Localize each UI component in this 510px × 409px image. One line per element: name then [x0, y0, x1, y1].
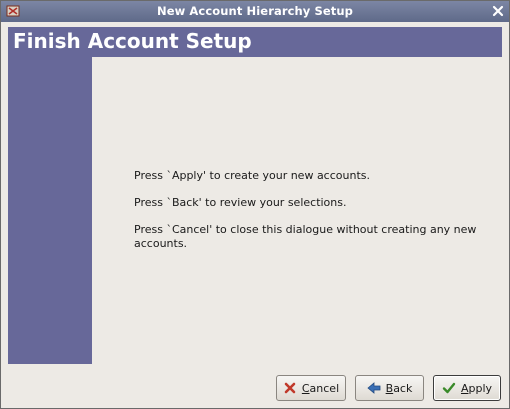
dialog-window: New Account Hierarchy Setup Finish Accou… — [0, 0, 510, 409]
window-title: New Account Hierarchy Setup — [156, 4, 354, 18]
cancel-label: Cancel — [301, 381, 340, 395]
sidebar-banner — [8, 57, 92, 364]
checkmark-icon — [442, 381, 456, 395]
cancel-x-icon — [283, 381, 297, 395]
cancel-instruction: Press `Cancel' to close this dialogue wi… — [134, 223, 477, 250]
instructions: Press `Apply' to create your new account… — [134, 169, 479, 264]
arrow-left-icon — [367, 381, 381, 395]
apply-label: Apply — [460, 381, 493, 395]
page-title: Finish Account Setup — [8, 27, 502, 57]
back-button[interactable]: Back — [355, 375, 424, 401]
apply-button[interactable]: Apply — [433, 375, 501, 401]
back-instruction: Press `Back' to review your selections. — [134, 196, 347, 209]
close-icon[interactable] — [490, 3, 506, 19]
apply-instruction: Press `Apply' to create your new account… — [134, 169, 370, 182]
title-bar[interactable]: New Account Hierarchy Setup — [1, 1, 509, 22]
back-label: Back — [385, 381, 413, 395]
cancel-button[interactable]: Cancel — [276, 375, 346, 401]
